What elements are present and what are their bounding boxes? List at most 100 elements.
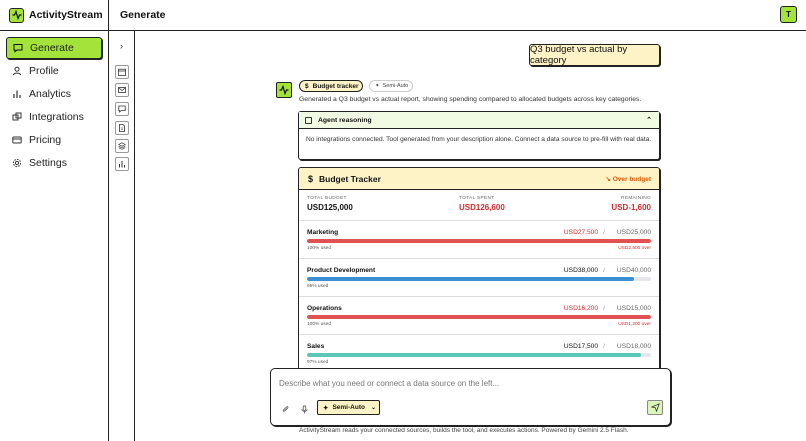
- category-over: USD2,500 over: [618, 246, 651, 251]
- activity-bot-icon: [276, 82, 292, 98]
- sidebar-item-integrations[interactable]: Integrations: [6, 106, 102, 128]
- category-spent: USD27,500: [563, 229, 598, 236]
- remaining-label: REMAINING: [621, 196, 651, 201]
- mode-chip: ✦ Semi-Auto: [369, 80, 413, 92]
- category-budget: USD18,000: [616, 343, 651, 350]
- sidebar-item-label: Generate: [30, 42, 74, 54]
- chat-icon[interactable]: [115, 102, 129, 116]
- category-budget: USD25,000: [616, 229, 651, 236]
- bar-chart-icon[interactable]: [115, 157, 129, 171]
- progress-track: [307, 315, 651, 319]
- page-title: Generate: [120, 9, 166, 21]
- remaining: REMAINING USD-1,600: [611, 196, 651, 212]
- category-list: Marketing USD27,500 / USD25,000 100% used USD…: [299, 221, 659, 370]
- agent-reasoning-panel: Agent reasoning ⌃ No integrations connec…: [298, 111, 660, 160]
- status-badge-label: Over budget: [612, 176, 651, 183]
- chevron-up-icon[interactable]: ⌃: [646, 116, 652, 124]
- sidebar-item-label: Profile: [29, 65, 59, 77]
- progress-fill: [307, 315, 651, 319]
- budget-tracker-card: $ Budget Tracker ↘ Over budget TOTAL BUD…: [298, 167, 660, 371]
- prompt-input[interactable]: [279, 376, 659, 390]
- send-button[interactable]: [647, 400, 663, 415]
- calendar-icon[interactable]: [115, 65, 129, 79]
- category-name: Sales: [307, 343, 325, 350]
- app-name: ActivityStream: [29, 9, 103, 21]
- progress-fill: [307, 239, 651, 243]
- separator: /: [603, 305, 605, 312]
- category-used: 95% used: [307, 284, 329, 289]
- category-spent: USD38,000: [563, 267, 598, 274]
- total-budget: TOTAL BUDGET USD125,000: [307, 196, 353, 212]
- mode-select[interactable]: ✦ Semi-Auto ⌄: [317, 400, 380, 415]
- tool-rail: ›: [109, 31, 135, 441]
- footer-note: ActivityStream reads your connected sour…: [299, 427, 629, 434]
- sidebar: ActivityStream Generate Profile Analytic…: [0, 0, 109, 441]
- tool-chip-label: Budget tracker: [312, 82, 359, 90]
- category-row: Sales USD17,500 / USD18,000 97% used: [299, 335, 659, 370]
- topbar: Generate T: [109, 0, 806, 31]
- composer: ✦ Semi-Auto ⌄: [270, 368, 671, 426]
- chevron-down-icon: ⌄: [370, 405, 376, 411]
- category-row: Product Development USD38,000 / USD40,000 95…: [299, 259, 659, 297]
- bar-chart-icon: [12, 89, 22, 99]
- totals-row: TOTAL BUDGET USD125,000 TOTAL SPENT USD1…: [299, 190, 659, 221]
- category-name: Operations: [307, 305, 342, 312]
- category-over: USD1,200 over: [618, 322, 651, 327]
- mode-chip-label: Semi-Auto: [382, 83, 409, 89]
- tool-chip[interactable]: $ Budget tracker: [299, 80, 363, 92]
- progress-fill: [307, 277, 634, 281]
- sidebar-item-label: Integrations: [29, 111, 84, 123]
- trend-down-icon: ↘: [605, 176, 611, 183]
- puzzle-icon: [12, 112, 22, 122]
- sparkle-icon: ✦: [375, 83, 380, 89]
- category-budget: USD40,000: [616, 267, 651, 274]
- sidebar-item-settings[interactable]: Settings: [6, 152, 102, 174]
- gear-icon: [12, 158, 22, 168]
- total-spent-label: TOTAL SPENT: [459, 196, 495, 201]
- sidebar-item-profile[interactable]: Profile: [6, 60, 102, 82]
- avatar[interactable]: T: [780, 6, 797, 23]
- user-message: Q3 budget vs actual by category: [529, 44, 660, 66]
- category-used: 97% used: [307, 360, 329, 365]
- dollar-icon: $: [305, 82, 309, 90]
- sidebar-item-label: Pricing: [29, 134, 62, 146]
- total-budget-label: TOTAL BUDGET: [307, 196, 347, 201]
- category-row: Operations USD16,200 / USD15,000 100% used US…: [299, 297, 659, 335]
- user-icon: [12, 66, 22, 76]
- total-spent: TOTAL SPENT USD126,600: [459, 196, 505, 212]
- agent-reasoning-body: No integrations connected. Tool generate…: [306, 136, 652, 143]
- category-name: Marketing: [307, 229, 339, 236]
- total-spent-value: USD126,600: [459, 203, 505, 212]
- budget-tracker-header: $ Budget Tracker ↘ Over budget: [299, 168, 659, 190]
- agent-reasoning-title: Agent reasoning: [318, 116, 372, 124]
- activity-logo-icon: [9, 7, 24, 23]
- mail-icon[interactable]: [115, 83, 129, 97]
- paperclip-icon[interactable]: [279, 403, 291, 415]
- send-icon: [650, 403, 660, 412]
- sidebar-item-generate[interactable]: Generate: [6, 37, 102, 59]
- sidebar-item-pricing[interactable]: Pricing: [6, 129, 102, 151]
- sparkle-icon: ✦: [323, 404, 329, 412]
- response-description: Generated a Q3 budget vs actual report, …: [299, 96, 642, 103]
- brand: ActivityStream: [0, 0, 108, 31]
- separator: /: [603, 267, 605, 274]
- progress-track: [307, 239, 651, 243]
- mode-select-label: Semi-Auto: [332, 404, 365, 411]
- progress-track: [307, 353, 651, 357]
- sidebar-item-label: Analytics: [29, 88, 72, 100]
- sidebar-item-analytics[interactable]: Analytics: [6, 83, 102, 105]
- chevron-right-icon[interactable]: ›: [115, 39, 128, 52]
- category-used: 100% used: [307, 246, 332, 251]
- budget-tracker-title: Budget Tracker: [319, 173, 381, 184]
- agent-reasoning-header[interactable]: Agent reasoning ⌃: [299, 112, 659, 129]
- cpu-icon: [305, 116, 312, 124]
- message-square-icon: [13, 43, 23, 53]
- status-badge: ↘ Over budget: [605, 175, 651, 183]
- progress-fill: [307, 353, 641, 357]
- dollar-icon: $: [308, 173, 314, 184]
- document-icon[interactable]: [115, 121, 129, 135]
- category-budget: USD15,000: [616, 305, 651, 312]
- microphone-icon[interactable]: [298, 403, 310, 415]
- layers-icon[interactable]: [115, 139, 129, 153]
- separator: /: [603, 343, 605, 350]
